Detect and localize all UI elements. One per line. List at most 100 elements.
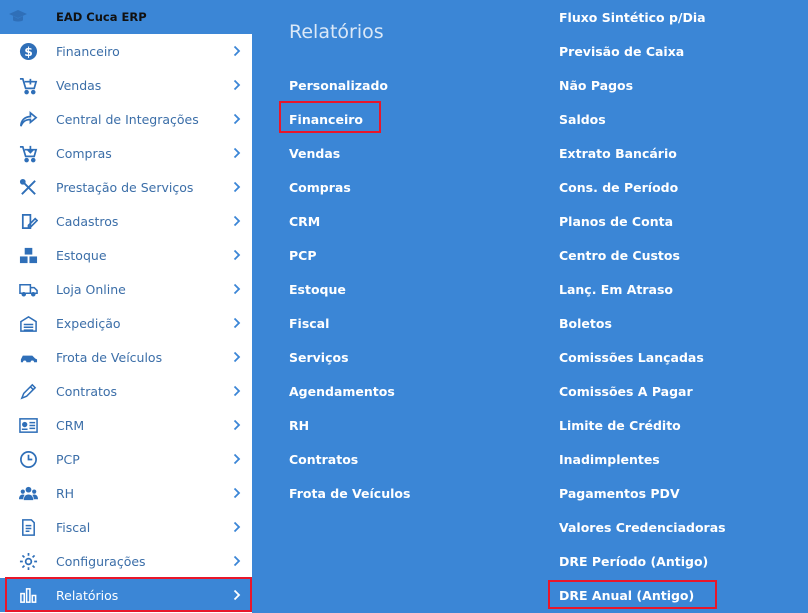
clock-icon bbox=[0, 450, 56, 469]
financeiro-menu-item-pagamentos-pdv[interactable]: Pagamentos PDV bbox=[559, 476, 726, 510]
financeiro-menu-item-cons-de-periodo[interactable]: Cons. de Período bbox=[559, 170, 726, 204]
sidebar-item-label: Relatórios bbox=[56, 587, 119, 603]
financeiro-menu-item-inadimplentes[interactable]: Inadimplentes bbox=[559, 442, 726, 476]
chevron-right-icon bbox=[222, 521, 252, 533]
chevron-right-icon bbox=[222, 45, 252, 57]
sidebar-item-label: PCP bbox=[56, 451, 80, 467]
reports-menu-item-agendamentos[interactable]: Agendamentos bbox=[289, 374, 410, 408]
financeiro-menu-item-saldos[interactable]: Saldos bbox=[559, 102, 726, 136]
financeiro-menu-item-valores-credenciadoras[interactable]: Valores Credenciadoras bbox=[559, 510, 726, 544]
sidebar: EAD Cuca ERP $ Financeiro Vendas Central de… bbox=[0, 0, 252, 613]
sidebar-item-prestacao-de-servicos[interactable]: Prestação de Serviços bbox=[0, 170, 252, 204]
reports-menu-item-contratos[interactable]: Contratos bbox=[289, 442, 410, 476]
sidebar-item-label: Frota de Veículos bbox=[56, 349, 163, 365]
reports-menu-item-servicos[interactable]: Serviços bbox=[289, 340, 410, 374]
reports-menu: Personalizado Financeiro Vendas Compras CRM P… bbox=[289, 68, 410, 510]
financeiro-menu-item-centro-de-custos[interactable]: Centro de Custos bbox=[559, 238, 726, 272]
sidebar-item-label: Financeiro bbox=[56, 43, 120, 59]
financeiro-menu-item-boletos[interactable]: Boletos bbox=[559, 306, 726, 340]
reports-menu-item-personalizado[interactable]: Personalizado bbox=[289, 68, 410, 102]
chevron-right-icon bbox=[222, 181, 252, 193]
pen-icon bbox=[0, 382, 56, 401]
app-title: EAD Cuca ERP bbox=[56, 10, 147, 24]
chevron-right-icon bbox=[222, 79, 252, 91]
reports-menu-item-vendas[interactable]: Vendas bbox=[289, 136, 410, 170]
sidebar-item-label: Central de Integrações bbox=[56, 111, 199, 127]
sidebar-item-label: Vendas bbox=[56, 77, 102, 93]
sidebar-item-cadastros[interactable]: Cadastros bbox=[0, 204, 252, 238]
edit-icon bbox=[0, 212, 56, 231]
sidebar-item-expedicao[interactable]: Expedição bbox=[0, 306, 252, 340]
reports-menu-item-estoque[interactable]: Estoque bbox=[289, 272, 410, 306]
reports-menu-item-crm[interactable]: CRM bbox=[289, 204, 410, 238]
financeiro-menu-item-previsao-de-caixa[interactable]: Previsão de Caixa bbox=[559, 34, 726, 68]
sidebar-item-label: Fiscal bbox=[56, 519, 91, 535]
sidebar-item-compras[interactable]: Compras bbox=[0, 136, 252, 170]
chevron-right-icon bbox=[222, 385, 252, 397]
id-card-icon bbox=[0, 416, 56, 435]
sidebar-item-financeiro[interactable]: $ Financeiro bbox=[0, 34, 252, 68]
sidebar-item-pcp[interactable]: PCP bbox=[0, 442, 252, 476]
share-icon bbox=[0, 110, 56, 129]
financeiro-menu-item-lanc-em-atraso[interactable]: Lanç. Em Atraso bbox=[559, 272, 726, 306]
sidebar-item-label: Cadastros bbox=[56, 213, 119, 229]
cart-down-icon bbox=[0, 144, 56, 163]
chevron-right-icon bbox=[222, 283, 252, 295]
reports-menu-item-frota-de-veiculos[interactable]: Frota de Veículos bbox=[289, 476, 410, 510]
financeiro-menu-item-limite-de-credito[interactable]: Limite de Crédito bbox=[559, 408, 726, 442]
sidebar-item-configuracoes[interactable]: Configurações bbox=[0, 544, 252, 578]
car-icon bbox=[0, 348, 56, 367]
sidebar-item-estoque[interactable]: Estoque bbox=[0, 238, 252, 272]
financeiro-menu-item-fluxo-sintetico-p-dia[interactable]: Fluxo Sintético p/Dia bbox=[559, 0, 726, 34]
financeiro-menu-item-comissoes-lancadas[interactable]: Comissões Lançadas bbox=[559, 340, 726, 374]
financeiro-menu-item-planos-de-conta[interactable]: Planos de Conta bbox=[559, 204, 726, 238]
chevron-right-icon bbox=[222, 215, 252, 227]
financeiro-menu-item-extrato-bancario[interactable]: Extrato Bancário bbox=[559, 136, 726, 170]
graduation-cap-icon bbox=[0, 9, 36, 25]
financeiro-menu-item-dre-periodo-antigo[interactable]: DRE Período (Antigo) bbox=[559, 544, 726, 578]
sidebar-item-rh[interactable]: RH bbox=[0, 476, 252, 510]
sidebar-item-label: Expedição bbox=[56, 315, 121, 331]
sidebar-item-central-de-integracoes[interactable]: Central de Integrações bbox=[0, 102, 252, 136]
financeiro-menu-item-nao-pagos[interactable]: Não Pagos bbox=[559, 68, 726, 102]
sidebar-item-label: Configurações bbox=[56, 553, 146, 569]
sidebar-item-crm[interactable]: CRM bbox=[0, 408, 252, 442]
truck-icon bbox=[0, 280, 56, 299]
sidebar-item-label: RH bbox=[56, 485, 75, 501]
sidebar-item-label: Loja Online bbox=[56, 281, 126, 297]
chevron-right-icon bbox=[222, 419, 252, 431]
sidebar-item-label: Estoque bbox=[56, 247, 107, 263]
reports-menu-title: Relatórios bbox=[289, 21, 384, 43]
sidebar-item-vendas[interactable]: Vendas bbox=[0, 68, 252, 102]
document-icon bbox=[0, 518, 56, 537]
chevron-right-icon bbox=[222, 453, 252, 465]
sidebar-item-relatorios[interactable]: Relatórios bbox=[0, 578, 252, 612]
sidebar-item-label: Prestação de Serviços bbox=[56, 179, 194, 195]
reports-menu-item-financeiro[interactable]: Financeiro bbox=[289, 102, 410, 136]
financeiro-menu-item-dre-anual-antigo[interactable]: DRE Anual (Antigo) bbox=[559, 578, 726, 612]
chevron-right-icon bbox=[222, 249, 252, 261]
chevron-right-icon bbox=[222, 555, 252, 567]
chevron-right-icon bbox=[222, 317, 252, 329]
sidebar-item-contratos[interactable]: Contratos bbox=[0, 374, 252, 408]
sidebar-item-label: Compras bbox=[56, 145, 112, 161]
reports-menu-item-fiscal[interactable]: Fiscal bbox=[289, 306, 410, 340]
dollar-icon: $ bbox=[0, 42, 56, 61]
sidebar-item-frota-de-veiculos[interactable]: Frota de Veículos bbox=[0, 340, 252, 374]
bar-chart-icon bbox=[0, 586, 56, 605]
boxes-icon bbox=[0, 246, 56, 265]
warehouse-icon bbox=[0, 314, 56, 333]
cart-icon bbox=[0, 76, 56, 95]
sidebar-item-fiscal[interactable]: Fiscal bbox=[0, 510, 252, 544]
chevron-right-icon bbox=[222, 351, 252, 363]
sidebar-item-loja-online[interactable]: Loja Online bbox=[0, 272, 252, 306]
chevron-right-icon bbox=[222, 113, 252, 125]
tools-icon bbox=[0, 178, 56, 197]
reports-menu-item-rh[interactable]: RH bbox=[289, 408, 410, 442]
reports-menu-item-pcp[interactable]: PCP bbox=[289, 238, 410, 272]
reports-menu-item-compras[interactable]: Compras bbox=[289, 170, 410, 204]
financeiro-submenu: Fluxo Sintético p/Dia Previsão de Caixa Nã… bbox=[559, 0, 726, 612]
svg-text:$: $ bbox=[24, 44, 33, 58]
financeiro-menu-item-comissoes-a-pagar[interactable]: Comissões A Pagar bbox=[559, 374, 726, 408]
sidebar-item-label: Contratos bbox=[56, 383, 118, 399]
